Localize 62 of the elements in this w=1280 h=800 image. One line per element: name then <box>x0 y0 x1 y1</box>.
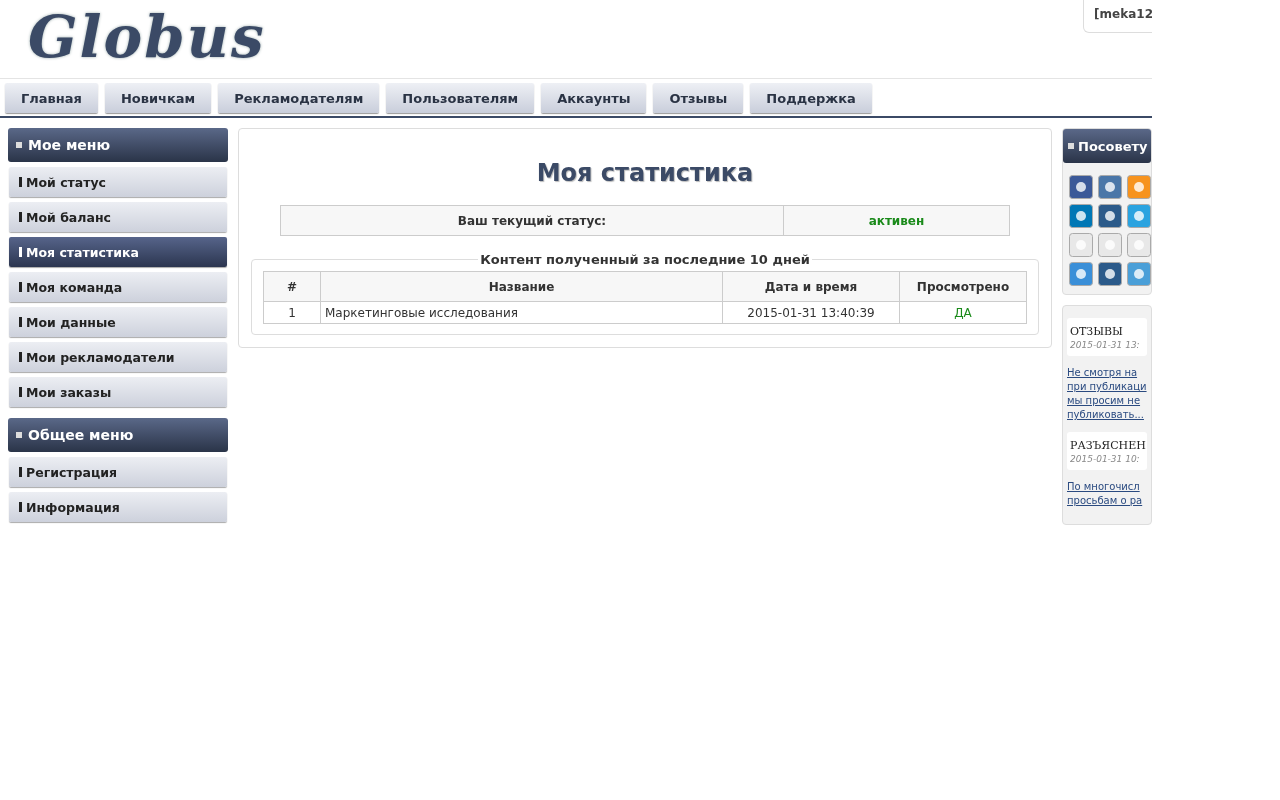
square-icon <box>16 432 22 438</box>
menu-item[interactable]: Информация <box>9 492 227 522</box>
fieldset-legend: Контент полученный за последние 10 дней <box>478 252 812 267</box>
nav-tab[interactable]: Новичкам <box>104 83 212 113</box>
social-icon[interactable] <box>1069 262 1093 286</box>
news-link[interactable]: Не смотря на при публикаци мы просим не публиковать... <box>1067 366 1147 422</box>
social-icon[interactable] <box>1127 233 1151 257</box>
social-icon[interactable] <box>1098 175 1122 199</box>
column-header: Название <box>320 271 723 302</box>
menu-title: Общее меню <box>28 427 134 443</box>
table-cell: 2015-01-31 13:40:39 <box>722 301 900 324</box>
news-date: 2015-01-31 13: <box>1070 339 1140 352</box>
table-cell: Маркетинговые исследования <box>320 301 723 324</box>
table-cell: 1 <box>263 301 321 324</box>
menu-item[interactable]: Мой баланс <box>9 202 227 232</box>
status-value: активен <box>783 205 1010 236</box>
nav-tab[interactable]: Отзывы <box>653 83 744 113</box>
bar-icon <box>19 282 22 292</box>
social-icon[interactable] <box>1127 262 1151 286</box>
social-icon[interactable] <box>1098 204 1122 228</box>
menu-item[interactable]: Мои данные <box>9 307 227 337</box>
menu-title: Мое меню <box>28 137 111 153</box>
page-title: Моя статистика <box>536 159 754 187</box>
social-icon[interactable] <box>1069 175 1093 199</box>
social-icon[interactable] <box>1127 204 1151 228</box>
bar-icon <box>19 502 22 512</box>
menu-item[interactable]: Мои рекламодатели <box>9 342 227 372</box>
bar-icon <box>19 467 22 477</box>
nav-tab[interactable]: Главная <box>5 83 98 113</box>
bar-icon <box>19 387 22 397</box>
column-header: # <box>263 271 321 302</box>
bar-icon <box>19 317 22 327</box>
table-cell: ДА <box>899 301 1027 324</box>
nav-tab[interactable]: Рекламодателям <box>218 83 380 113</box>
bar-icon <box>19 247 22 257</box>
nav-tab[interactable]: Аккаунты <box>541 83 647 113</box>
column-header: Дата и время <box>722 271 900 302</box>
social-icon[interactable] <box>1098 233 1122 257</box>
news-link[interactable]: По многочисл просьбам о ра <box>1067 480 1143 508</box>
menu-item[interactable]: Регистрация <box>9 457 227 487</box>
menu-item[interactable]: Мои заказы <box>9 377 227 407</box>
menu-item[interactable]: Моя команда <box>9 272 227 302</box>
menu-item[interactable]: Моя статистика <box>9 237 227 267</box>
status-label: Ваш текущий статус: <box>280 205 784 236</box>
bar-icon <box>19 352 22 362</box>
social-icon[interactable] <box>1069 204 1093 228</box>
column-header: Просмотрено <box>899 271 1027 302</box>
news-date: 2015-01-31 10: <box>1070 453 1140 466</box>
bar-icon <box>19 177 22 187</box>
menu-item[interactable]: Мой статус <box>9 167 227 197</box>
social-icon[interactable] <box>1069 233 1093 257</box>
nav-tab[interactable]: Пользователям <box>386 83 535 113</box>
share-title: Посовету <box>1078 138 1148 154</box>
user-badge: [meka12 <box>1083 0 1152 33</box>
news-title: ОТЗЫВЫ <box>1070 324 1123 339</box>
square-icon <box>16 142 22 148</box>
site-logo[interactable]: Globus <box>28 0 266 78</box>
nav-tab[interactable]: Поддержка <box>750 83 872 113</box>
square-icon <box>1068 143 1074 149</box>
news-title: РАЗЪЯСНЕН <box>1070 438 1146 453</box>
social-icon[interactable] <box>1098 262 1122 286</box>
bar-icon <box>19 212 22 222</box>
